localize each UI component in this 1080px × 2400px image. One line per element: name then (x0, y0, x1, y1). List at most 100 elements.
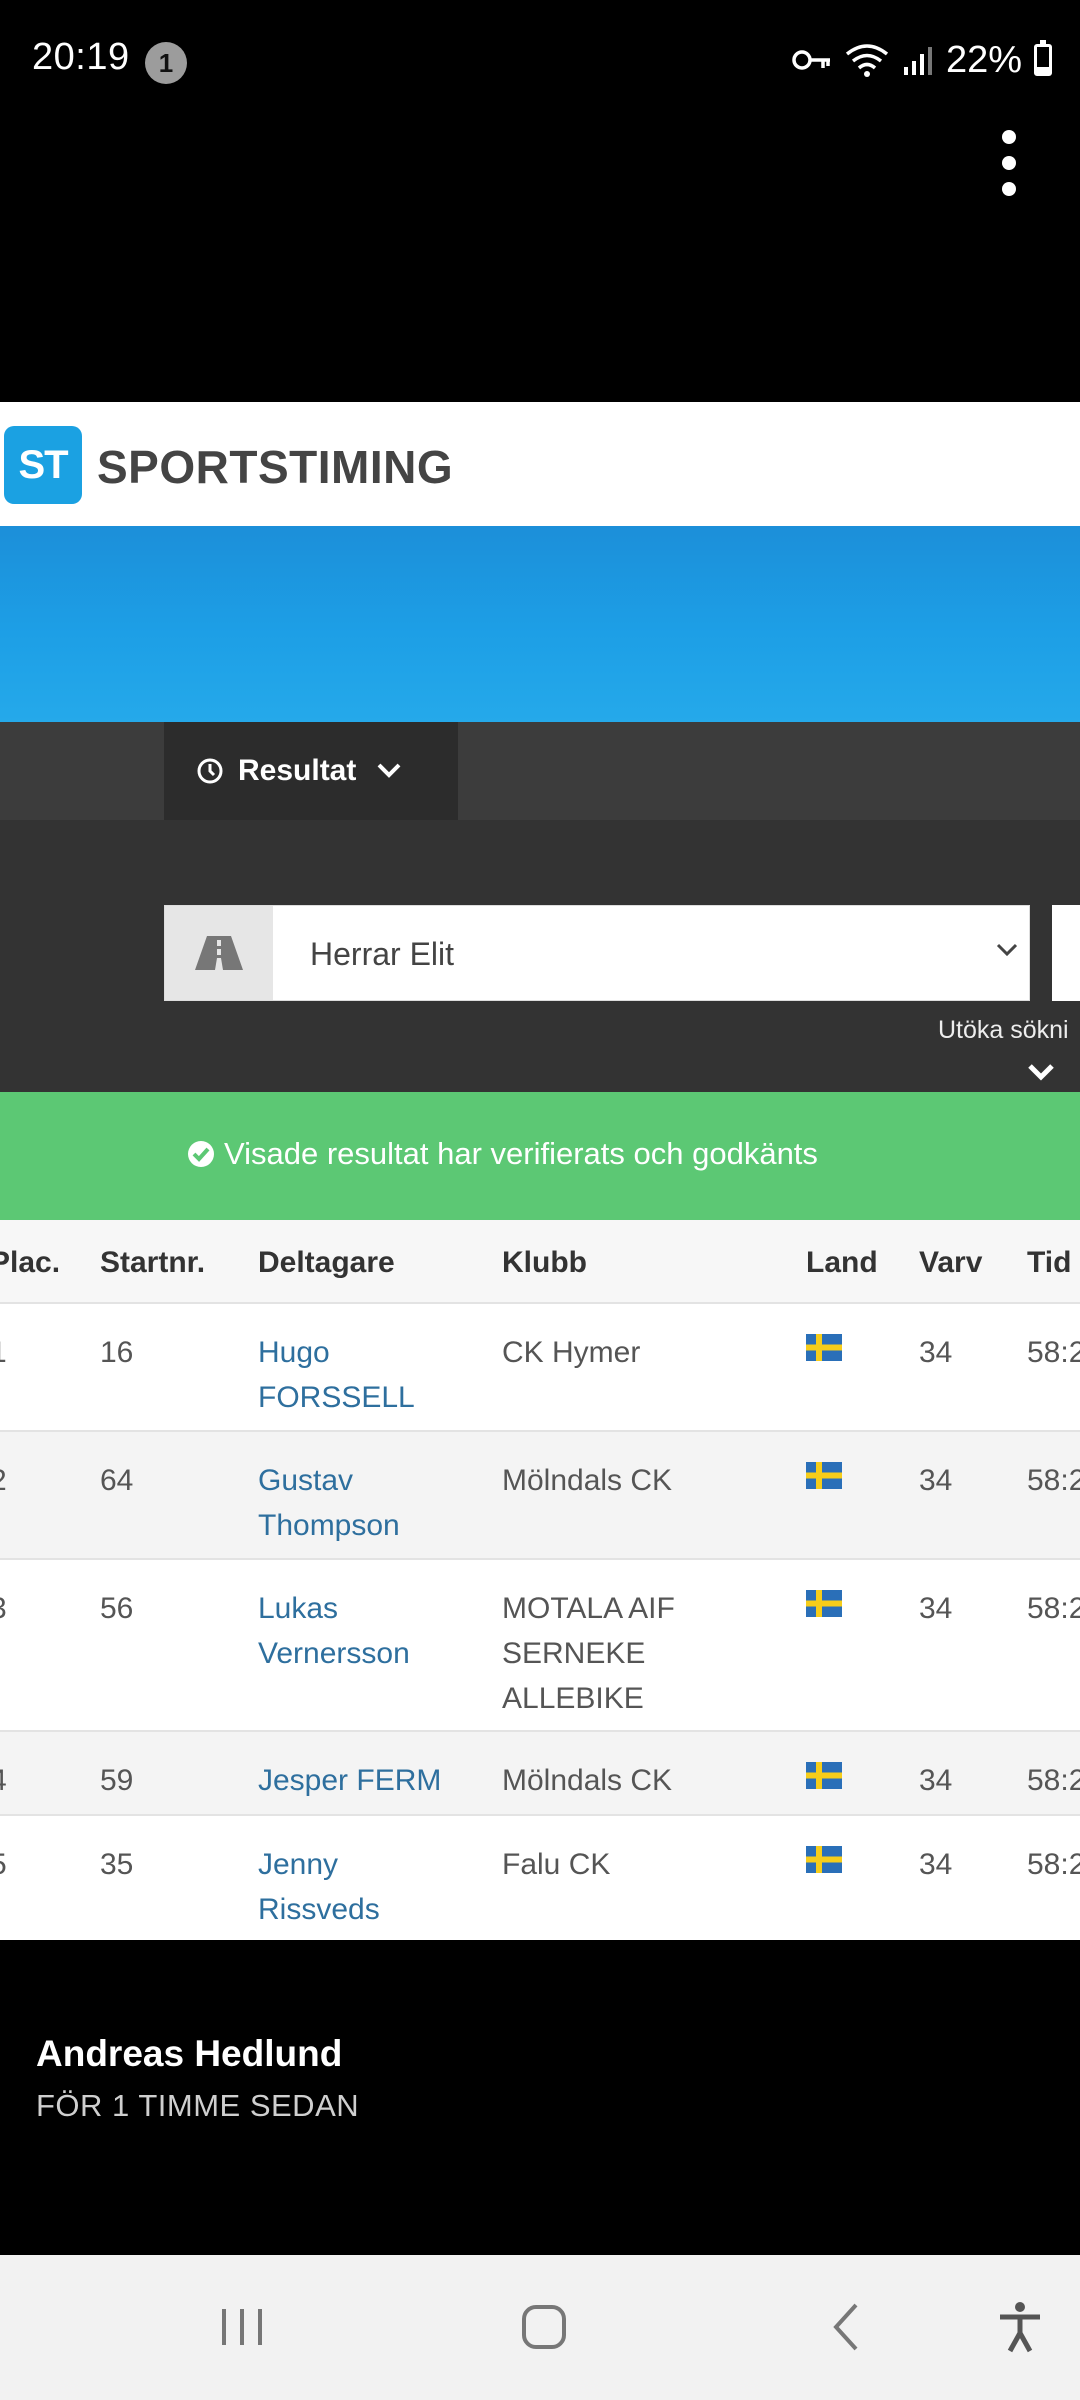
notification-badge: 1 (145, 42, 187, 84)
cell-plac: 4 (0, 1758, 7, 1803)
verified-banner: Visade resultat har verifierats och godk… (0, 1092, 1080, 1220)
cell-klubb: MOTALA AIF SERNEKE ALLEBIKE (502, 1586, 675, 1721)
sweden-flag-icon (806, 1762, 842, 1789)
participant-first: Hugo (258, 1336, 330, 1369)
participant-link[interactable]: Lukas Vernersson (258, 1586, 410, 1676)
header-tid[interactable]: Tid (1027, 1246, 1071, 1280)
participant-last: Vernersson (258, 1637, 410, 1670)
signal-icon (903, 47, 932, 75)
status-bar: 20:19 1 22% (0, 0, 1080, 122)
cell-startnr: 64 (100, 1464, 134, 1497)
participant-last: FORSSELL (258, 1381, 415, 1414)
search-button[interactable] (1052, 905, 1080, 1001)
filter-area: Herrar Elit Utöka sökni (0, 820, 1080, 1092)
cell-tid: 58:2 (1027, 1464, 1080, 1497)
cell-startnr: 59 (100, 1764, 134, 1797)
participant-link[interactable]: Jesper FERM (258, 1758, 441, 1803)
cell-plac: 3 (0, 1586, 7, 1631)
header-varv[interactable]: Varv (919, 1246, 982, 1280)
battery-fill (1037, 67, 1049, 73)
cell-klubb: CK Hymer (502, 1336, 641, 1369)
site-logo-mark[interactable]: ST (4, 426, 82, 504)
class-select-value: Herrar Elit (310, 936, 455, 972)
wifi-icon (845, 44, 889, 77)
participant-link[interactable]: Jenny Rissveds (258, 1842, 380, 1932)
cell-startnr: 35 (100, 1848, 134, 1881)
club-line: MOTALA AIF (502, 1592, 675, 1625)
table-header: Plac. Startnr. Deltagare Klubb Land Varv… (0, 1220, 1080, 1304)
cell-varv: 34 (919, 1592, 953, 1625)
accessibility-icon[interactable] (990, 2297, 1050, 2357)
header-klubb[interactable]: Klubb (502, 1246, 587, 1280)
cell-varv: 34 (919, 1464, 953, 1497)
battery-icon (1034, 40, 1052, 76)
header-deltagare[interactable]: Deltagare (258, 1246, 395, 1280)
key-icon (792, 50, 830, 70)
post-author[interactable]: Andreas Hedlund (36, 2033, 342, 2075)
site-logo-text[interactable]: SPORTSTIMING (97, 440, 453, 494)
dot-icon (1002, 156, 1016, 170)
header-plac[interactable]: Plac. (0, 1246, 60, 1280)
chevron-down-icon[interactable] (1026, 1062, 1056, 1082)
sweden-flag-icon (806, 1846, 842, 1873)
header-startnr[interactable]: Startnr. (100, 1246, 205, 1280)
status-icons: 22% (792, 38, 1052, 82)
participant-link[interactable]: Hugo FORSSELL (258, 1330, 415, 1420)
results-table: Plac. Startnr. Deltagare Klubb Land Varv… (0, 1220, 1080, 1940)
dot-icon (1002, 130, 1016, 144)
participant-last: Rissveds (258, 1893, 380, 1926)
class-select[interactable]: Herrar Elit (164, 905, 1030, 1001)
cell-tid: 58:2 (1027, 1764, 1080, 1797)
system-nav-bar (0, 2255, 1080, 2400)
participant-last: Thompson (258, 1509, 400, 1542)
cell-tid: 58:2 (1027, 1592, 1080, 1625)
clock-icon (197, 758, 223, 784)
post-timestamp: FÖR 1 TIMME SEDAN (36, 2088, 360, 2123)
chevron-down-icon (996, 943, 1018, 957)
results-webpage: ST SPORTSTIMING Resultat Herrar Elit Utö… (0, 402, 1080, 1940)
participant-first: Jenny (258, 1848, 339, 1881)
recents-icon[interactable] (212, 2297, 272, 2357)
participant-first: Lukas (258, 1592, 339, 1625)
table-row: 4 59 Jesper FERM Mölndals CK 34 58:2 (0, 1732, 1080, 1816)
cell-varv: 34 (919, 1336, 953, 1369)
cell-klubb: Falu CK (502, 1848, 611, 1881)
chevron-down-icon (377, 763, 401, 778)
cell-tid: 58:2 (1027, 1848, 1080, 1881)
tab-resultat[interactable]: Resultat (164, 722, 458, 820)
road-icon (165, 906, 273, 1000)
club-line: ALLEBIKE (502, 1682, 644, 1715)
cell-startnr: 16 (100, 1336, 134, 1369)
nav-bar: Resultat (0, 722, 1080, 820)
back-icon[interactable] (818, 2297, 878, 2357)
table-row: 1 16 Hugo FORSSELL CK Hymer 34 58:2 (0, 1304, 1080, 1432)
cell-plac: 2 (0, 1458, 7, 1503)
expand-search-link[interactable]: Utöka sökni (938, 1016, 1069, 1045)
table-row: 2 64 Gustav Thompson Mölndals CK 34 58:2 (0, 1432, 1080, 1560)
battery-percent: 22% (945, 38, 1022, 81)
verified-text: Visade resultat har verifierats och godk… (224, 1136, 818, 1171)
home-icon[interactable] (514, 2297, 574, 2357)
sweden-flag-icon (806, 1462, 842, 1489)
more-options-button[interactable] (978, 126, 1038, 202)
site-header: ST SPORTSTIMING (0, 402, 1080, 526)
cell-startnr: 56 (100, 1592, 134, 1625)
club-line: SERNEKE (502, 1637, 646, 1670)
participant-first: Gustav (258, 1464, 354, 1497)
table-row: 3 56 Lukas Vernersson MOTALA AIF SERNEKE AL… (0, 1560, 1080, 1732)
sweden-flag-icon (806, 1334, 842, 1361)
cell-plac: 1 (0, 1330, 7, 1375)
sweden-flag-icon (806, 1590, 842, 1617)
cell-klubb: Mölndals CK (502, 1764, 673, 1797)
check-circle-icon (188, 1141, 214, 1167)
cell-tid: 58:2 (1027, 1336, 1080, 1369)
header-land[interactable]: Land (806, 1246, 878, 1280)
tab-resultat-label: Resultat (238, 754, 357, 787)
cell-varv: 34 (919, 1764, 953, 1797)
table-row: 5 35 Jenny Rissveds Falu CK 34 58:2 (0, 1816, 1080, 1940)
cell-varv: 34 (919, 1848, 953, 1881)
cell-plac: 5 (0, 1842, 7, 1887)
hero-banner (0, 526, 1080, 722)
status-time: 20:19 (32, 36, 130, 78)
participant-link[interactable]: Gustav Thompson (258, 1458, 400, 1548)
